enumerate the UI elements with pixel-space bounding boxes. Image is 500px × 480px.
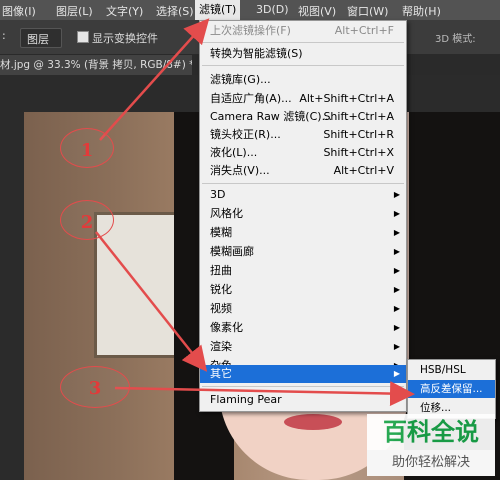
submenu-arrow-icon: ▶ [393, 266, 400, 275]
menu-item-label: 像素化 [210, 321, 243, 334]
menu-item-shortcut: Shift+Ctrl+X [323, 146, 394, 159]
menu-item-other[interactable]: 其它 ▶ [200, 365, 406, 383]
menu-item-stylize[interactable]: 风格化 ▶ [200, 205, 406, 223]
menu-type[interactable]: 文字(Y) [106, 3, 143, 19]
watermark-subtitle: 助你轻松解决 [367, 450, 495, 476]
menu-item-label: 3D [210, 188, 226, 201]
menu-3d[interactable]: 3D(D) [256, 3, 289, 16]
menu-bar: 图像(I) 图层(L) 文字(Y) 选择(S) 滤镜(T) 3D(D) 视图(V… [0, 0, 500, 20]
menu-filter[interactable]: 滤镜(T) [195, 0, 241, 20]
menu-item-sharpen[interactable]: 锐化 ▶ [200, 281, 406, 299]
3d-mode-label: 3D 模式: [435, 34, 476, 45]
watermark-title: 百科全说 [367, 414, 495, 450]
submenu-arrow-icon: ▶ [393, 285, 400, 294]
submenu-arrow-icon: ▶ [393, 342, 400, 351]
annotation-circle-1: 1 [60, 128, 114, 168]
options-bar-right: 3D 模式: [405, 20, 500, 54]
menu-separator [202, 65, 404, 66]
document-tab[interactable]: 材.jpg @ 33.3% (背景 拷贝, RGB/8#) * [0, 55, 192, 75]
menu-item-label: Flaming Pear [210, 393, 282, 406]
submenu-arrow-icon: ▶ [393, 369, 400, 378]
menu-item-shortcut: Alt+Ctrl+F [334, 24, 394, 37]
menu-item-shortcut: Shift+Ctrl+R [323, 128, 394, 141]
menu-item-label: Camera Raw 滤镜(C)... [210, 110, 333, 123]
menu-separator [202, 386, 404, 387]
other-submenu: HSB/HSL 高反差保留... 位移... [407, 359, 496, 419]
submenu-item-high-pass[interactable]: 高反差保留... [408, 380, 495, 398]
annotation-number-1: 1 [80, 140, 94, 161]
show-transform-label: 显示变换控件 [92, 32, 158, 45]
submenu-arrow-icon: ▶ [393, 228, 400, 237]
menu-item-distort[interactable]: 扭曲 ▶ [200, 262, 406, 280]
menu-item-3d[interactable]: 3D ▶ [200, 186, 406, 204]
menu-image[interactable]: 图像(I) [2, 3, 36, 19]
menu-item-label: 滤镜库(G)... [210, 73, 271, 86]
menu-item-label: 转换为智能滤镜(S) [210, 47, 303, 60]
menu-item-pixelate[interactable]: 像素化 ▶ [200, 319, 406, 337]
annotation-circle-2: 2 [60, 200, 114, 240]
menu-item-shortcut: Shift+Ctrl+A [323, 110, 394, 123]
menu-item-label: 自适应广角(A)... [210, 92, 292, 105]
menu-item-blur[interactable]: 模糊 ▶ [200, 224, 406, 242]
submenu-arrow-icon: ▶ [393, 323, 400, 332]
menu-item-label: 上次滤镜操作(F) [210, 24, 291, 37]
menu-item-label: 消失点(V)... [210, 164, 270, 177]
menu-item-label: 模糊画廊 [210, 245, 254, 258]
menu-item-render[interactable]: 渲染 ▶ [200, 338, 406, 356]
menu-item-label: 模糊 [210, 226, 232, 239]
menu-item-filter-gallery[interactable]: 滤镜库(G)... [200, 71, 406, 89]
menu-item-last-filter: 上次滤镜操作(F) Alt+Ctrl+F [200, 22, 406, 40]
show-transform-checkbox[interactable] [77, 31, 89, 43]
submenu-arrow-icon: ▶ [393, 395, 400, 404]
menu-item-flaming-pear[interactable]: Flaming Pear ▶ [200, 391, 406, 409]
menu-item-blur-gallery[interactable]: 模糊画廊 ▶ [200, 243, 406, 261]
menu-item-lens-correction[interactable]: 镜头校正(R)... Shift+Ctrl+R [200, 126, 406, 144]
annotation-number-3: 3 [88, 378, 102, 399]
menu-item-label: 镜头校正(R)... [210, 128, 281, 141]
option-colon: : [2, 29, 6, 42]
menu-item-label: 视频 [210, 302, 232, 315]
annotation-number-2: 2 [80, 212, 94, 233]
menu-item-convert-smart-filter[interactable]: 转换为智能滤镜(S) [200, 45, 406, 63]
submenu-item-label: HSB/HSL [420, 364, 466, 376]
menu-item-liquify[interactable]: 液化(L)... Shift+Ctrl+X [200, 144, 406, 162]
filter-menu: 上次滤镜操作(F) Alt+Ctrl+F 转换为智能滤镜(S) 滤镜库(G)..… [199, 20, 407, 412]
menu-separator [202, 183, 404, 184]
menu-item-label: 风格化 [210, 207, 243, 220]
watermark: 百科全说 助你轻松解决 [367, 414, 495, 476]
menu-item-label: 液化(L)... [210, 146, 258, 159]
menu-layer[interactable]: 图层(L) [56, 3, 93, 19]
menu-item-label: 渲染 [210, 340, 232, 353]
submenu-item-label: 高反差保留... [420, 383, 483, 395]
menu-view[interactable]: 视图(V) [298, 3, 336, 19]
submenu-item-hsb-hsl[interactable]: HSB/HSL [408, 361, 495, 379]
menu-item-shortcut: Alt+Shift+Ctrl+A [299, 92, 394, 105]
menu-item-camera-raw[interactable]: Camera Raw 滤镜(C)... Shift+Ctrl+A [200, 108, 406, 126]
submenu-arrow-icon: ▶ [393, 209, 400, 218]
submenu-arrow-icon: ▶ [393, 304, 400, 313]
menu-window[interactable]: 窗口(W) [347, 3, 388, 19]
chevron-down-icon: ⌄ [27, 31, 34, 40]
photo-door [94, 212, 180, 358]
menu-help[interactable]: 帮助(H) [402, 3, 441, 19]
menu-item-label: 锐化 [210, 283, 232, 296]
annotation-circle-3: 3 [60, 366, 130, 408]
menu-select[interactable]: 选择(S) [156, 3, 194, 19]
submenu-arrow-icon: ▶ [393, 247, 400, 256]
menu-item-adaptive-wide-angle[interactable]: 自适应广角(A)... Alt+Shift+Ctrl+A [200, 90, 406, 108]
menu-item-video[interactable]: 视频 ▶ [200, 300, 406, 318]
menu-separator [202, 42, 404, 43]
menu-item-shortcut: Alt+Ctrl+V [333, 164, 394, 177]
submenu-arrow-icon: ▶ [393, 190, 400, 199]
auto-select-dropdown[interactable]: 图层 ⌄ [20, 28, 62, 48]
photo-lips [284, 414, 342, 430]
menu-item-label: 扭曲 [210, 264, 232, 277]
menu-item-vanishing-point[interactable]: 消失点(V)... Alt+Ctrl+V [200, 162, 406, 180]
menu-item-label: 其它 [210, 367, 232, 380]
